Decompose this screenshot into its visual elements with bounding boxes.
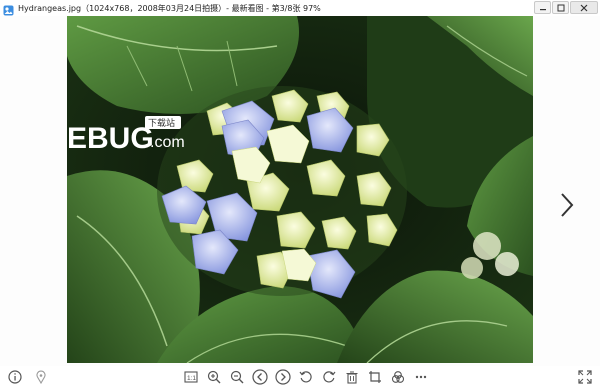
zoom-out-icon xyxy=(230,370,244,384)
next-button[interactable] xyxy=(274,368,292,386)
svg-text:1:1: 1:1 xyxy=(187,375,196,382)
delete-icon xyxy=(346,371,358,384)
fullscreen-icon xyxy=(578,370,592,384)
watermark-domain: .com xyxy=(150,134,185,151)
rotate-right-button[interactable] xyxy=(320,368,338,386)
chevron-right-icon xyxy=(561,193,574,217)
window-title: Hydrangeas.jpg（1024x768，2008年03月24日拍摄）- … xyxy=(18,3,321,13)
rotate-right-icon xyxy=(323,371,336,383)
rotate-left-icon xyxy=(299,371,312,383)
bottom-toolbar: 1:1 xyxy=(0,366,600,390)
more-icon xyxy=(415,375,427,379)
next-image-arrow[interactable] xyxy=(556,188,578,222)
close-icon xyxy=(580,4,588,11)
info-icon xyxy=(8,370,22,384)
crop-button[interactable] xyxy=(366,368,384,386)
effects-icon xyxy=(391,371,405,383)
rotate-left-button[interactable] xyxy=(297,368,315,386)
app-icon xyxy=(3,3,14,15)
actual-size-icon: 1:1 xyxy=(184,371,198,383)
zoom-in-button[interactable] xyxy=(205,368,223,386)
previous-icon xyxy=(252,369,268,385)
watermark: EBUG 下载站 .com xyxy=(67,114,207,158)
close-button[interactable] xyxy=(570,1,598,14)
watermark-brand: EBUG xyxy=(67,122,154,155)
maximize-button[interactable] xyxy=(552,1,569,14)
minimize-button[interactable] xyxy=(534,1,551,14)
zoom-out-button[interactable] xyxy=(228,368,246,386)
effects-button[interactable] xyxy=(389,368,407,386)
location-pin-icon xyxy=(36,370,46,384)
actual-size-button[interactable]: 1:1 xyxy=(182,368,200,386)
minimize-icon xyxy=(539,8,546,10)
crop-icon xyxy=(369,371,381,383)
next-icon xyxy=(275,369,291,385)
location-button[interactable] xyxy=(32,368,50,386)
hydrangea-photo xyxy=(67,16,533,363)
more-button[interactable] xyxy=(412,368,430,386)
delete-button[interactable] xyxy=(343,368,361,386)
image-canvas[interactable]: EBUG 下载站 .com xyxy=(0,16,600,368)
maximize-icon xyxy=(557,4,564,11)
title-bar: Hydrangeas.jpg（1024x768，2008年03月24日拍摄）- … xyxy=(0,0,600,16)
previous-button[interactable] xyxy=(251,368,269,386)
info-button[interactable] xyxy=(6,368,24,386)
watermark-badge: 下载站 xyxy=(148,117,175,129)
zoom-in-icon xyxy=(207,370,221,384)
fullscreen-button[interactable] xyxy=(576,368,594,386)
